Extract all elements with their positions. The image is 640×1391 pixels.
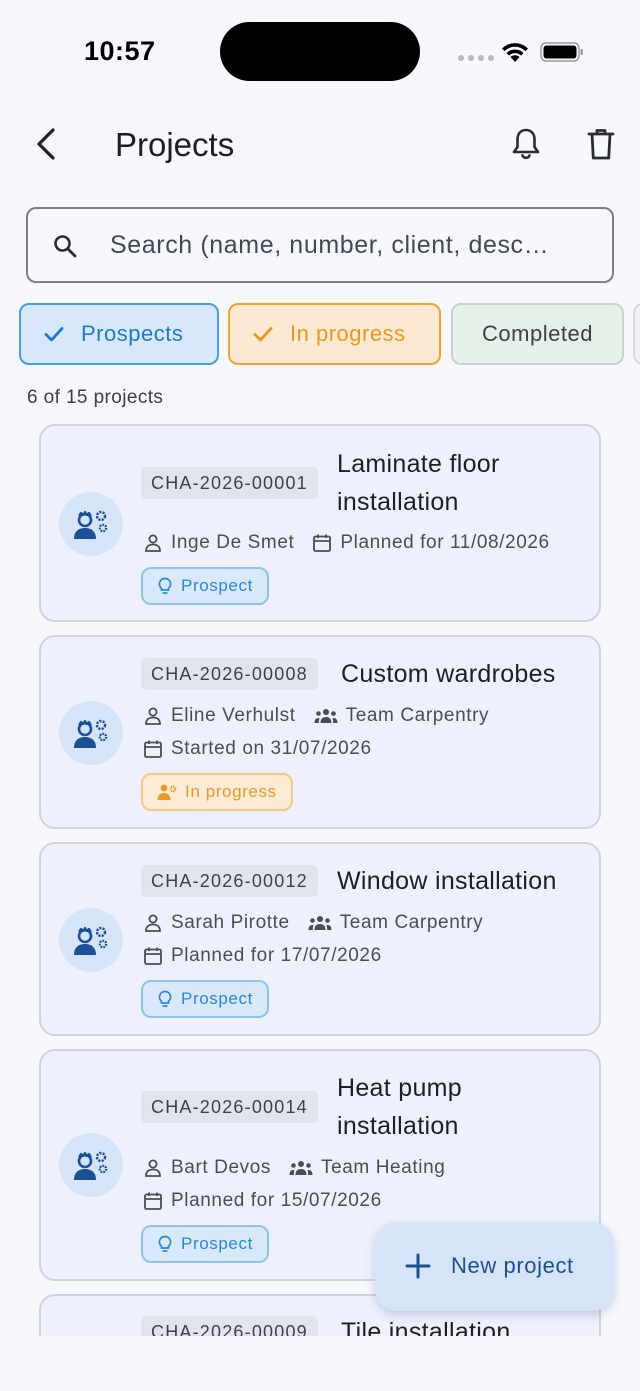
filter-chip-in-progress[interactable]: In progress (228, 303, 441, 365)
checkmark-icon (44, 327, 64, 342)
notifications-button[interactable] (505, 122, 547, 166)
status-badge-label: In progress (185, 782, 277, 801)
back-button[interactable] (26, 122, 66, 166)
filter-chip-label: Completed (482, 321, 593, 346)
project-name-line2: installation (337, 488, 459, 516)
project-card[interactable]: CHA-2026-00012 Window installation Sarah… (39, 842, 601, 1036)
results-count: 6 of 15 projects (27, 387, 164, 408)
project-meta-row: Started on 31/07/2026 (143, 738, 372, 760)
project-meta-row: Inge De Smet Planned for 11/08/2026 (143, 532, 550, 554)
dynamic-island (220, 22, 420, 81)
wifi-icon (502, 43, 528, 62)
status-filter-chips: Prospects In progress Completed (0, 303, 640, 365)
filter-chip-label: In progress (290, 321, 406, 346)
project-name: Heat pump (337, 1074, 462, 1102)
filter-chip-label: Prospects (81, 321, 184, 346)
calendar-icon (144, 740, 162, 758)
lightbulb-icon (158, 577, 172, 594)
status-badge: Prospect (141, 567, 269, 605)
project-date: Started on 31/07/2026 (171, 738, 372, 759)
status-badge-label: Prospect (181, 989, 253, 1008)
project-card[interactable]: CHA-2026-00001 Laminate floor installati… (39, 424, 601, 622)
calendar-icon (144, 1192, 162, 1210)
search-icon (54, 235, 77, 258)
project-avatar (59, 1133, 123, 1197)
cellular-signal-icon (458, 55, 494, 61)
worker-gears-icon (74, 719, 108, 748)
project-name: Window installation (337, 867, 557, 895)
status-badge: Prospect (141, 1225, 269, 1263)
status-badge: Prospect (141, 980, 269, 1018)
project-number: CHA-2026-00012 (141, 865, 318, 897)
project-date: Planned for 15/07/2026 (171, 1190, 382, 1211)
project-team: Team Heating (320, 1157, 446, 1178)
project-avatar (59, 908, 123, 972)
project-name: Tile installation (341, 1318, 511, 1336)
project-meta-row: Sarah Pirotte Team Carpentry (143, 912, 483, 934)
trash-icon (587, 129, 615, 160)
project-team: Team Carpentry (345, 705, 490, 726)
page-title: Projects (115, 126, 235, 163)
battery-icon (540, 42, 583, 62)
project-number: CHA-2026-00014 (141, 1091, 318, 1123)
project-avatar (59, 701, 123, 765)
team-icon (308, 916, 332, 930)
filter-chip-prospects[interactable]: Prospects (19, 303, 219, 365)
lightbulb-icon (158, 1235, 172, 1252)
bell-icon (512, 128, 540, 160)
team-icon (289, 1161, 313, 1175)
calendar-icon (313, 534, 332, 552)
checkmark-icon (253, 327, 273, 342)
project-card[interactable]: CHA-2026-00008 Custom wardrobes Eline Ve… (39, 635, 601, 829)
project-client: Eline Verhulst (171, 705, 296, 726)
status-badge: In progress (141, 773, 293, 811)
status-bar: 10:57 (0, 0, 640, 100)
plus-icon (405, 1253, 431, 1279)
worker-gears-icon (74, 1151, 108, 1180)
project-client: Sarah Pirotte (171, 912, 290, 933)
person-icon (145, 534, 161, 552)
worker-gears-icon (74, 926, 108, 955)
worker-gears-icon (74, 510, 108, 539)
new-project-label: New project (451, 1253, 574, 1278)
projects-screen: 10:57 Projects Search (name, number, cli… (0, 0, 640, 1391)
project-number: CHA-2026-00001 (141, 467, 318, 499)
person-icon (145, 914, 161, 932)
project-name: Laminate floor (337, 450, 500, 478)
search-field[interactable] (26, 207, 614, 283)
project-client: Inge De Smet (171, 532, 295, 553)
status-badge-label: Prospect (181, 576, 253, 595)
project-list[interactable]: CHA-2026-00001 Laminate floor installati… (0, 423, 640, 1336)
filter-chip-completed[interactable]: Completed (451, 303, 624, 365)
project-name-line2: installation (337, 1112, 459, 1140)
team-icon (314, 709, 338, 723)
project-meta-row: Eline Verhulst Team Carpentry (143, 705, 489, 727)
project-number: CHA-2026-00008 (141, 658, 318, 690)
search-input[interactable] (110, 209, 590, 281)
new-project-button[interactable]: New project (375, 1222, 614, 1311)
filter-chip-more[interactable] (633, 303, 640, 365)
project-date: Planned for 11/08/2026 (340, 532, 550, 553)
chevron-left-icon (37, 128, 55, 160)
project-meta-row: Planned for 15/07/2026 (143, 1190, 382, 1212)
lightbulb-icon (158, 990, 172, 1007)
project-team: Team Carpentry (339, 912, 484, 933)
project-name: Custom wardrobes (341, 660, 556, 688)
project-avatar (59, 492, 123, 556)
project-client: Bart Devos (171, 1157, 271, 1178)
delete-button[interactable] (580, 122, 622, 166)
status-time: 10:57 (84, 36, 156, 66)
person-gear-icon (157, 784, 177, 800)
project-meta-row: Bart Devos Team Heating (143, 1157, 445, 1179)
calendar-icon (144, 947, 162, 965)
project-number: CHA-2026-00009 (141, 1316, 318, 1336)
status-badge-label: Prospect (181, 1234, 253, 1253)
project-meta-row: Planned for 17/07/2026 (143, 945, 382, 967)
person-icon (145, 1159, 161, 1177)
project-date: Planned for 17/07/2026 (171, 945, 382, 966)
person-icon (145, 707, 161, 725)
app-header: Projects (0, 110, 640, 180)
